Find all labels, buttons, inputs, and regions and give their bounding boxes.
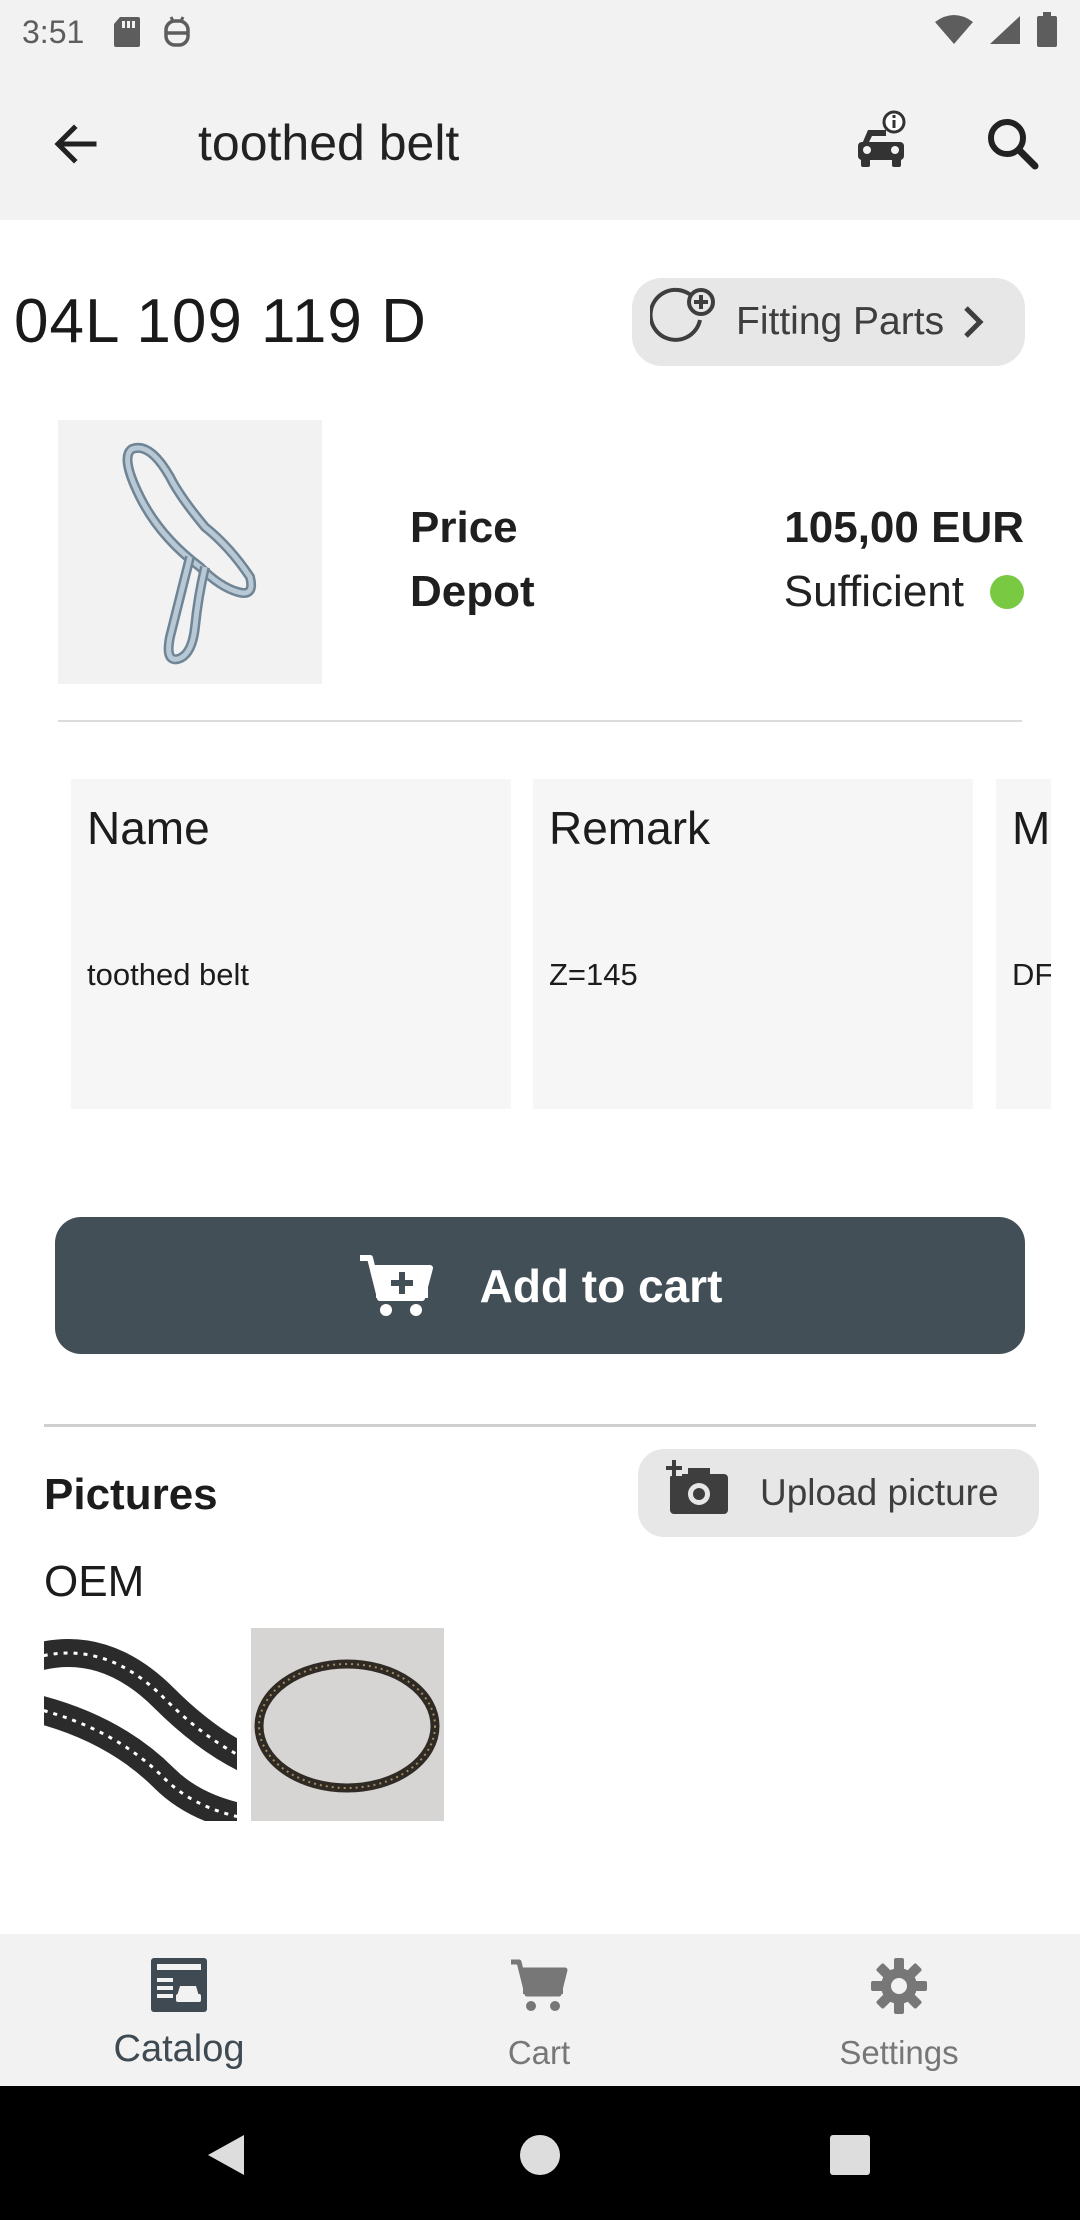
card-value: toothed belt [87, 957, 250, 992]
price-value: 105,00 EUR [784, 503, 1024, 552]
add-photo-icon [666, 1459, 732, 1527]
gear-icon [869, 1956, 929, 2021]
system-home-icon[interactable] [518, 2133, 562, 2182]
android-debug-icon [162, 15, 192, 49]
depot-label: Depot [410, 567, 535, 616]
add-to-cart-label: Add to cart [479, 1259, 723, 1312]
picture-thumbnail[interactable] [251, 1628, 444, 1821]
page-title: toothed belt [198, 115, 460, 171]
depot-value: Sufficient [783, 567, 964, 616]
system-recents-icon[interactable] [828, 2133, 872, 2182]
card-value: Z=145 [549, 957, 638, 992]
card-heading: M [1012, 802, 1051, 854]
app-bar: toothed belt [0, 64, 1080, 220]
nav-settings-label: Settings [839, 2034, 959, 2071]
add-to-cart-button[interactable]: Add to cart [55, 1217, 1025, 1354]
back-arrow-icon[interactable] [46, 114, 106, 174]
catalog-icon [149, 1956, 209, 2019]
card-heading: Remark [549, 802, 711, 854]
divider [58, 720, 1022, 722]
card-heading: Name [87, 802, 210, 854]
info-labels: Price Depot [410, 496, 535, 624]
fitting-parts-label: Fitting Parts [736, 300, 945, 343]
status-time: 3:51 [22, 13, 85, 50]
nav-catalog-label: Catalog [113, 2028, 245, 2070]
oem-group-label: OEM [44, 1557, 145, 1606]
card-value: DF [1012, 957, 1051, 992]
add-to-cart-icon [358, 1252, 434, 1320]
upload-picture-label: Upload picture [760, 1472, 999, 1513]
battery-icon [1036, 11, 1058, 53]
cellular-signal-icon [988, 14, 1022, 51]
nav-settings[interactable]: Settings [749, 1934, 1049, 2086]
screen: 3:51 toothed belt 04L 109 119 D Fitting … [0, 0, 1080, 2220]
bottom-navigation: Catalog Cart Settings [0, 1934, 1080, 2086]
chevron-right-icon [960, 302, 986, 342]
status-bar: 3:51 [0, 0, 1080, 64]
search-icon[interactable] [983, 114, 1043, 174]
add-circle-icon [648, 286, 722, 358]
sd-card-icon [112, 15, 142, 49]
nav-catalog[interactable]: Catalog [29, 1934, 329, 2086]
system-navigation-bar [0, 2086, 1080, 2220]
price-label: Price [410, 503, 518, 552]
pictures-heading: Pictures [44, 1470, 218, 1519]
part-number: 04L 109 119 D [14, 287, 427, 356]
vehicle-info-icon[interactable] [852, 110, 912, 170]
fitting-parts-button[interactable]: Fitting Parts [632, 278, 1025, 366]
upload-picture-button[interactable]: Upload picture [638, 1449, 1039, 1537]
product-image[interactable] [58, 420, 322, 684]
depot-status: Sufficient [784, 560, 1024, 624]
nav-cart-label: Cart [507, 2034, 571, 2071]
status-right [934, 11, 1058, 53]
attribute-card-name: Name toothed belt [71, 779, 511, 1109]
wifi-icon [934, 14, 974, 51]
availability-dot [990, 575, 1024, 609]
attribute-card-partial: M DF [996, 779, 1051, 1109]
cart-icon [509, 1956, 569, 2021]
attribute-card-remark: Remark Z=145 [533, 779, 973, 1109]
system-back-icon[interactable] [204, 2133, 248, 2182]
nav-cart[interactable]: Cart [389, 1934, 689, 2086]
divider [44, 1424, 1036, 1427]
attribute-cards[interactable]: Name toothed belt Remark Z=145 M DF [71, 779, 1051, 1109]
picture-thumbnail[interactable] [44, 1628, 237, 1821]
info-values: 105,00 EUR Sufficient [784, 496, 1024, 624]
